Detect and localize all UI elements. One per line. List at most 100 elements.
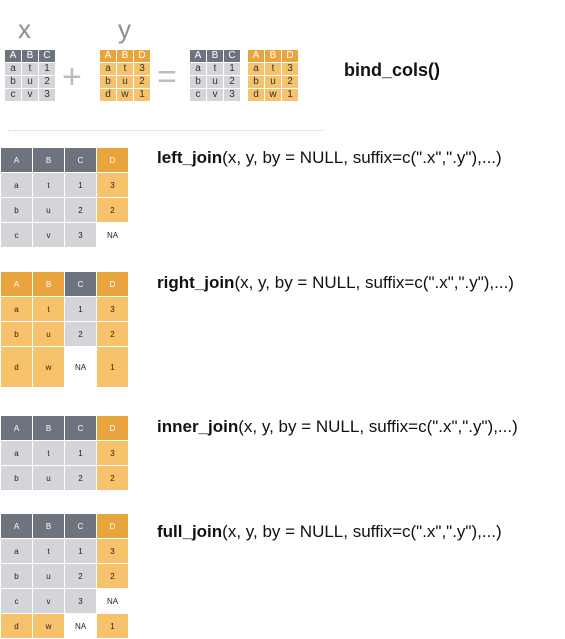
column-header: C [65, 272, 96, 296]
table-cell: u [207, 76, 223, 88]
column-header: C [65, 514, 96, 538]
table-cell: d [1, 614, 32, 638]
y-label: y [118, 14, 131, 44]
table-cell: u [33, 322, 64, 346]
table-cell: v [22, 89, 38, 101]
table-cell: w [33, 347, 64, 387]
column-header: A [5, 50, 21, 62]
table-cell: w [117, 89, 133, 101]
table-cell: 2 [65, 564, 96, 588]
column-header: A [1, 514, 32, 538]
table-cell: 2 [282, 76, 298, 88]
column-header: D [282, 50, 298, 62]
table-cell: v [33, 589, 64, 613]
table-cell: w [33, 614, 64, 638]
table-cell: b [248, 76, 264, 88]
full-join-signature: full_join(x, y, by = NULL, suffix=c(".x"… [157, 522, 502, 542]
full-join-table: A B C Da t 1 3 b u 2 2 c v 3 NA d w NA 1 [1, 514, 128, 638]
table-cell: 3 [97, 441, 128, 465]
table-cell: 1 [97, 347, 128, 387]
fn-args: (x, y, by = NULL, suffix=c(".x",".y"),..… [234, 273, 514, 292]
column-header: B [117, 50, 133, 62]
table-cell: 2 [65, 198, 96, 222]
column-header: A [248, 50, 264, 62]
table-cell: 2 [97, 198, 128, 222]
table-cell: NA [65, 614, 96, 638]
bind-cols-title: bind_cols() [344, 60, 441, 80]
table-cell: a [1, 297, 32, 321]
table-cell: t [33, 173, 64, 197]
fn-args: (x, y, by = NULL, suffix=c(".x",".y"),..… [222, 522, 502, 541]
table-cell: NA [97, 223, 128, 247]
left-join-signature: left_join(x, y, by = NULL, suffix=c(".x"… [157, 148, 502, 168]
table-cell: u [33, 564, 64, 588]
table-cell: b [190, 76, 206, 88]
table-cell: w [265, 89, 281, 101]
table-cell: a [248, 63, 264, 75]
column-header: B [33, 272, 64, 296]
right-join-signature: right_join(x, y, by = NULL, suffix=c(".x… [157, 273, 514, 293]
table-cell: 2 [97, 564, 128, 588]
column-header: C [65, 148, 96, 172]
table-cell: d [248, 89, 264, 101]
table-cell: 3 [39, 89, 55, 101]
table-cell: t [265, 63, 281, 75]
column-header: A [190, 50, 206, 62]
table-cell: u [22, 76, 38, 88]
fn-name: right_join [157, 273, 235, 292]
table-cell: 3 [97, 173, 128, 197]
table-cell: NA [65, 347, 96, 387]
table-cell: v [207, 89, 223, 101]
left-join-table: A B C Da t 1 3 b u 2 2 c v 3 NA [1, 148, 128, 247]
fn-args: (x, y, by = NULL, suffix=c(".x",".y"),..… [238, 417, 518, 436]
table-cell: u [117, 76, 133, 88]
table-cell: 1 [65, 441, 96, 465]
column-header: C [39, 50, 55, 62]
table-cell: b [1, 322, 32, 346]
column-header: A [1, 416, 32, 440]
column-header: B [33, 514, 64, 538]
column-header: C [65, 416, 96, 440]
column-header: A [100, 50, 116, 62]
mini-table-x: ABCat1 bu2 cv3 [5, 50, 55, 101]
fn-name: inner_join [157, 417, 239, 436]
table-cell: c [190, 89, 206, 101]
table-cell: 3 [65, 589, 96, 613]
table-cell: c [1, 223, 32, 247]
table-cell: 1 [134, 89, 150, 101]
table-cell: a [1, 539, 32, 563]
table-cell: c [5, 89, 21, 101]
table-cell: 2 [134, 76, 150, 88]
table-cell: 1 [97, 614, 128, 638]
table-cell: d [100, 89, 116, 101]
table-cell: t [117, 63, 133, 75]
column-header: D [97, 514, 128, 538]
table-cell: a [1, 173, 32, 197]
table-cell: b [100, 76, 116, 88]
inner-join-signature: inner_join(x, y, by = NULL, suffix=c(".x… [157, 417, 518, 437]
table-cell: t [33, 297, 64, 321]
mini-table-bound: ABCABDat1at3bu2bu2cv3dw1 [190, 50, 298, 101]
column-header: D [97, 148, 128, 172]
column-header: B [33, 148, 64, 172]
table-cell: d [1, 347, 32, 387]
separator [8, 130, 324, 131]
table-cell: 3 [65, 223, 96, 247]
mini-table-y: ABDat3 bu2 dw1 [100, 50, 150, 101]
column-header: B [265, 50, 281, 62]
table-cell: 3 [224, 89, 240, 101]
inner-join-table: ABCDat13bu22 [1, 416, 128, 490]
table-cell: b [1, 564, 32, 588]
table-cell: 1 [39, 63, 55, 75]
column-header: A [1, 148, 32, 172]
table-cell: 2 [65, 466, 96, 490]
table-cell: 3 [97, 297, 128, 321]
table-cell: t [22, 63, 38, 75]
table-cell: 1 [65, 539, 96, 563]
right-join-table: A B C Da t 1 3 b u 2 2 d w NA 1 [1, 272, 128, 387]
column-header: B [207, 50, 223, 62]
table-cell: a [5, 63, 21, 75]
